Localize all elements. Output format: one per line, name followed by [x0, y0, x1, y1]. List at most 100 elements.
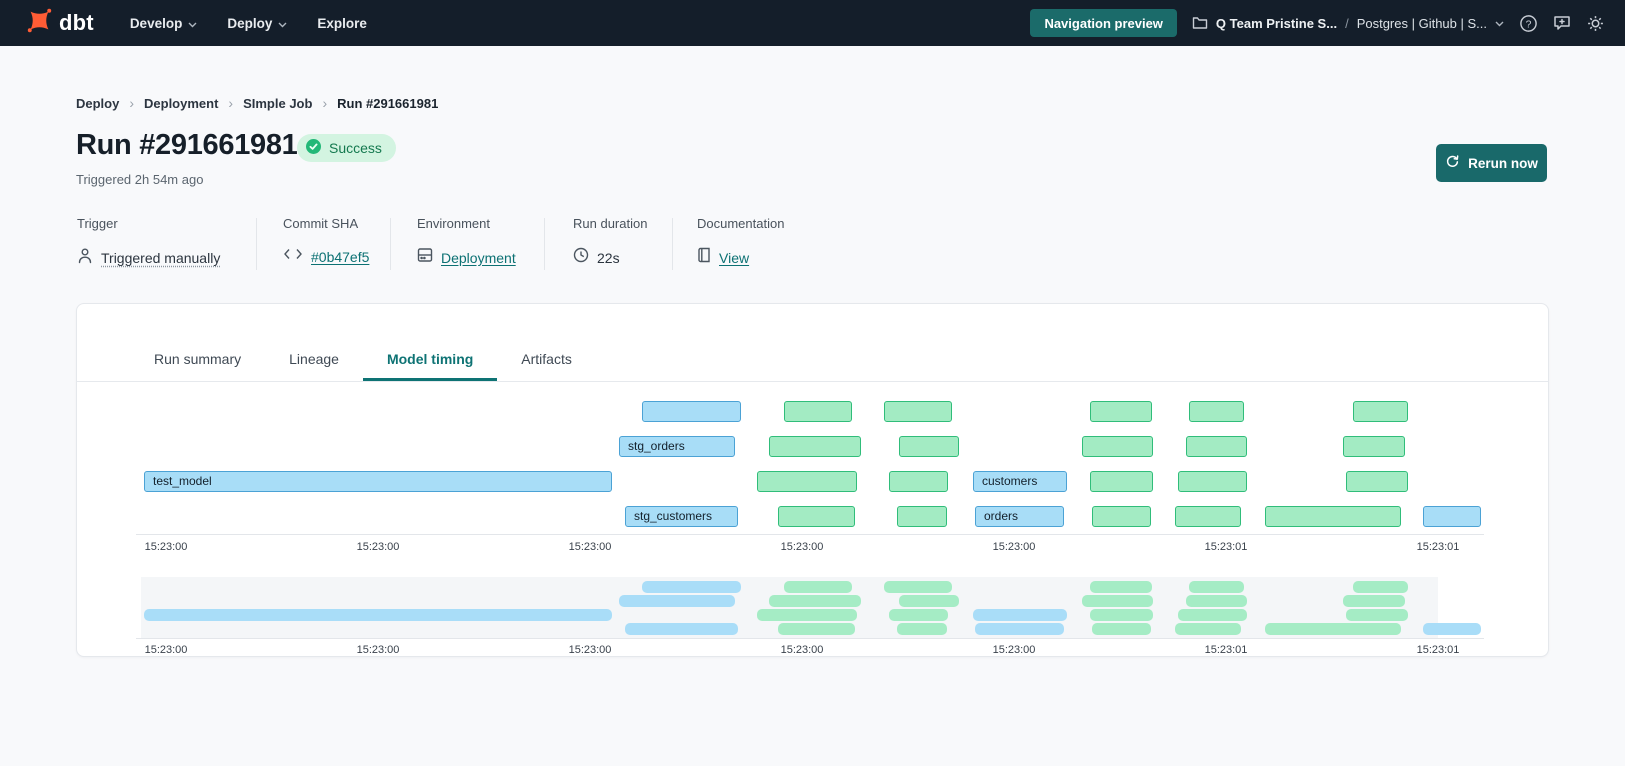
minimap-bar — [1343, 595, 1405, 607]
info-label: Environment — [417, 216, 490, 231]
project-name: Q Team Pristine S... — [1216, 16, 1337, 31]
chevron-down-icon — [278, 16, 287, 31]
gantt-bar[interactable]: orders — [975, 506, 1064, 527]
gantt-bar[interactable] — [1090, 471, 1153, 492]
nav-menu-label: Explore — [317, 16, 367, 31]
gantt-bar[interactable] — [1178, 471, 1247, 492]
breadcrumb-deployment[interactable]: Deployment — [144, 96, 218, 111]
axis-tick-label: 15:23:00 — [131, 644, 201, 656]
minimap-bar — [973, 609, 1067, 621]
duration-value: 22s — [597, 250, 620, 266]
gantt-bar[interactable] — [784, 401, 852, 422]
gantt-bar[interactable] — [642, 401, 741, 422]
feedback-icon[interactable] — [1553, 14, 1571, 32]
axis-tick-label: 15:23:00 — [343, 644, 413, 656]
axis-tick-label: 15:23:00 — [343, 541, 413, 553]
info-col-documentation: Documentation View — [697, 216, 784, 231]
gantt-bar[interactable]: stg_orders — [619, 436, 735, 457]
tab-run-summary[interactable]: Run summary — [130, 304, 265, 381]
breadcrumb: Deploy › Deployment › SImple Job › Run #… — [76, 95, 438, 111]
minimap-bar — [1175, 623, 1241, 635]
minimap-bar — [769, 595, 861, 607]
nav-menu-label: Deploy — [227, 16, 272, 31]
gantt-bar[interactable]: customers — [973, 471, 1067, 492]
chevron-down-icon — [188, 16, 197, 31]
help-icon[interactable]: ? — [1519, 14, 1538, 33]
minimap-bar — [1186, 595, 1247, 607]
rerun-now-button[interactable]: Rerun now — [1436, 144, 1547, 182]
gantt-bar[interactable]: stg_customers — [625, 506, 738, 527]
status-badge-label: Success — [329, 140, 382, 156]
settings-gear-icon[interactable] — [1586, 14, 1605, 33]
info-col-commit: Commit SHA #0b47ef5 — [283, 216, 358, 231]
minimap-bar — [1092, 623, 1151, 635]
axis-tick-label: 15:23:00 — [979, 644, 1049, 656]
gantt-bar[interactable] — [1423, 506, 1481, 527]
axis-tick-label: 15:23:00 — [767, 644, 837, 656]
info-label: Commit SHA — [283, 216, 358, 231]
gantt-bar[interactable] — [899, 436, 959, 457]
minimap-axis-labels: 15:23:00 15:23:00 15:23:00 15:23:00 15:23:00… — [77, 644, 1548, 658]
gantt-bar[interactable] — [1189, 401, 1244, 422]
axis-tick-label: 15:23:00 — [131, 541, 201, 553]
divider — [390, 218, 391, 270]
gantt-bar[interactable] — [1353, 401, 1408, 422]
gantt-axis-line — [136, 534, 1484, 535]
gantt-bar[interactable] — [1092, 506, 1151, 527]
rerun-button-label: Rerun now — [1468, 156, 1538, 171]
dbt-logo-icon — [26, 7, 53, 39]
axis-tick-label: 15:23:01 — [1191, 644, 1261, 656]
gantt-bar[interactable] — [897, 506, 947, 527]
nav-menu-deploy[interactable]: Deploy — [227, 16, 287, 31]
minimap-bar — [884, 581, 952, 593]
run-detail-card: Run summary Lineage Model timing Artifac… — [76, 303, 1549, 657]
info-label: Run duration — [573, 216, 647, 231]
gantt-bar[interactable] — [884, 401, 952, 422]
dbt-logo-text: dbt — [59, 10, 94, 36]
breadcrumb-separator: › — [228, 95, 233, 111]
gantt-bar[interactable] — [1090, 401, 1152, 422]
gantt-bar[interactable] — [889, 471, 948, 492]
divider — [544, 218, 545, 270]
info-col-duration: Run duration 22s — [573, 216, 647, 231]
axis-tick-label: 15:23:00 — [555, 541, 625, 553]
gantt-bar[interactable] — [1186, 436, 1247, 457]
minimap-bar — [1082, 595, 1153, 607]
info-label: Documentation — [697, 216, 784, 231]
minimap-bar — [1189, 581, 1244, 593]
nav-menu-explore[interactable]: Explore — [317, 16, 367, 31]
breadcrumb-job[interactable]: SImple Job — [243, 96, 312, 111]
success-check-icon — [305, 138, 322, 158]
nav-menu-develop[interactable]: Develop — [130, 16, 198, 31]
gantt-bar[interactable] — [1346, 471, 1408, 492]
navigation-preview-button[interactable]: Navigation preview — [1030, 9, 1176, 37]
gantt-bar[interactable] — [757, 471, 857, 492]
commit-sha-link[interactable]: #0b47ef5 — [311, 249, 369, 265]
environment-link[interactable]: Deployment — [441, 250, 516, 266]
rerun-icon — [1445, 154, 1460, 172]
gantt-bar[interactable] — [1175, 506, 1241, 527]
axis-tick-label: 15:23:00 — [555, 644, 625, 656]
divider — [256, 218, 257, 270]
documentation-view-link[interactable]: View — [719, 250, 749, 266]
triggered-timestamp: Triggered 2h 54m ago — [76, 172, 203, 187]
tab-lineage[interactable]: Lineage — [265, 304, 363, 381]
gantt-bar[interactable] — [769, 436, 861, 457]
breadcrumb-deploy[interactable]: Deploy — [76, 96, 119, 111]
info-label: Trigger — [77, 216, 118, 231]
axis-tick-label: 15:23:01 — [1191, 541, 1261, 553]
tab-model-timing[interactable]: Model timing — [363, 304, 497, 381]
gantt-bar[interactable] — [1265, 506, 1401, 527]
project-selector[interactable]: Q Team Pristine S... / Postgres | Github… — [1192, 14, 1504, 32]
gantt-bar[interactable] — [1343, 436, 1405, 457]
dbt-logo[interactable]: dbt — [26, 7, 94, 39]
gantt-bar[interactable] — [1082, 436, 1153, 457]
gantt-bar[interactable]: test_model — [144, 471, 612, 492]
gantt-bar[interactable] — [778, 506, 855, 527]
minimap-bar — [1346, 609, 1408, 621]
tab-artifacts[interactable]: Artifacts — [497, 304, 596, 381]
breadcrumb-separator: › — [129, 95, 134, 111]
breadcrumb-run: Run #291661981 — [337, 96, 438, 111]
gantt-axis-labels: 15:23:0015:23:0015:23:0015:23:0015:23:00… — [77, 541, 1548, 555]
gantt-minimap[interactable] — [141, 577, 1438, 638]
